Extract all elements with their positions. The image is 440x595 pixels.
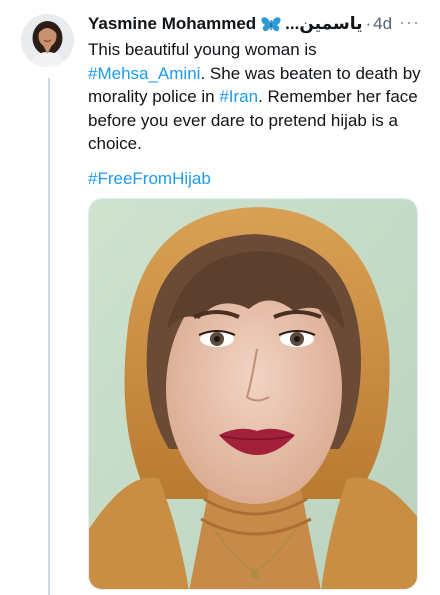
- author-name-arabic[interactable]: ياسمين...: [285, 14, 362, 34]
- thread-line: [48, 78, 50, 595]
- tweet-timestamp[interactable]: 4d: [373, 14, 392, 34]
- author-name[interactable]: Yasmine Mohammed: [88, 14, 256, 34]
- author-avatar[interactable]: [21, 14, 74, 67]
- hashtag-mehsa-amini[interactable]: #Mehsa_Amini: [88, 64, 200, 83]
- tweet-header: Yasmine Mohammed ياسمين... · 4d ···: [88, 13, 428, 35]
- more-options-icon[interactable]: ···: [399, 13, 420, 31]
- hashtag-iran[interactable]: #Iran: [219, 87, 258, 106]
- portrait-photo: [89, 199, 417, 589]
- hashtag-freefromhijab[interactable]: #FreeFromHijab: [88, 167, 211, 190]
- tweet-text-part1: This beautiful young woman is: [88, 40, 317, 59]
- header-separator: ·: [365, 14, 372, 33]
- avatar-image: [21, 14, 74, 67]
- tweet-text: This beautiful young woman is #Mehsa_Ami…: [88, 38, 433, 156]
- tweet-photo[interactable]: [88, 198, 418, 590]
- butterfly-icon: [261, 16, 281, 33]
